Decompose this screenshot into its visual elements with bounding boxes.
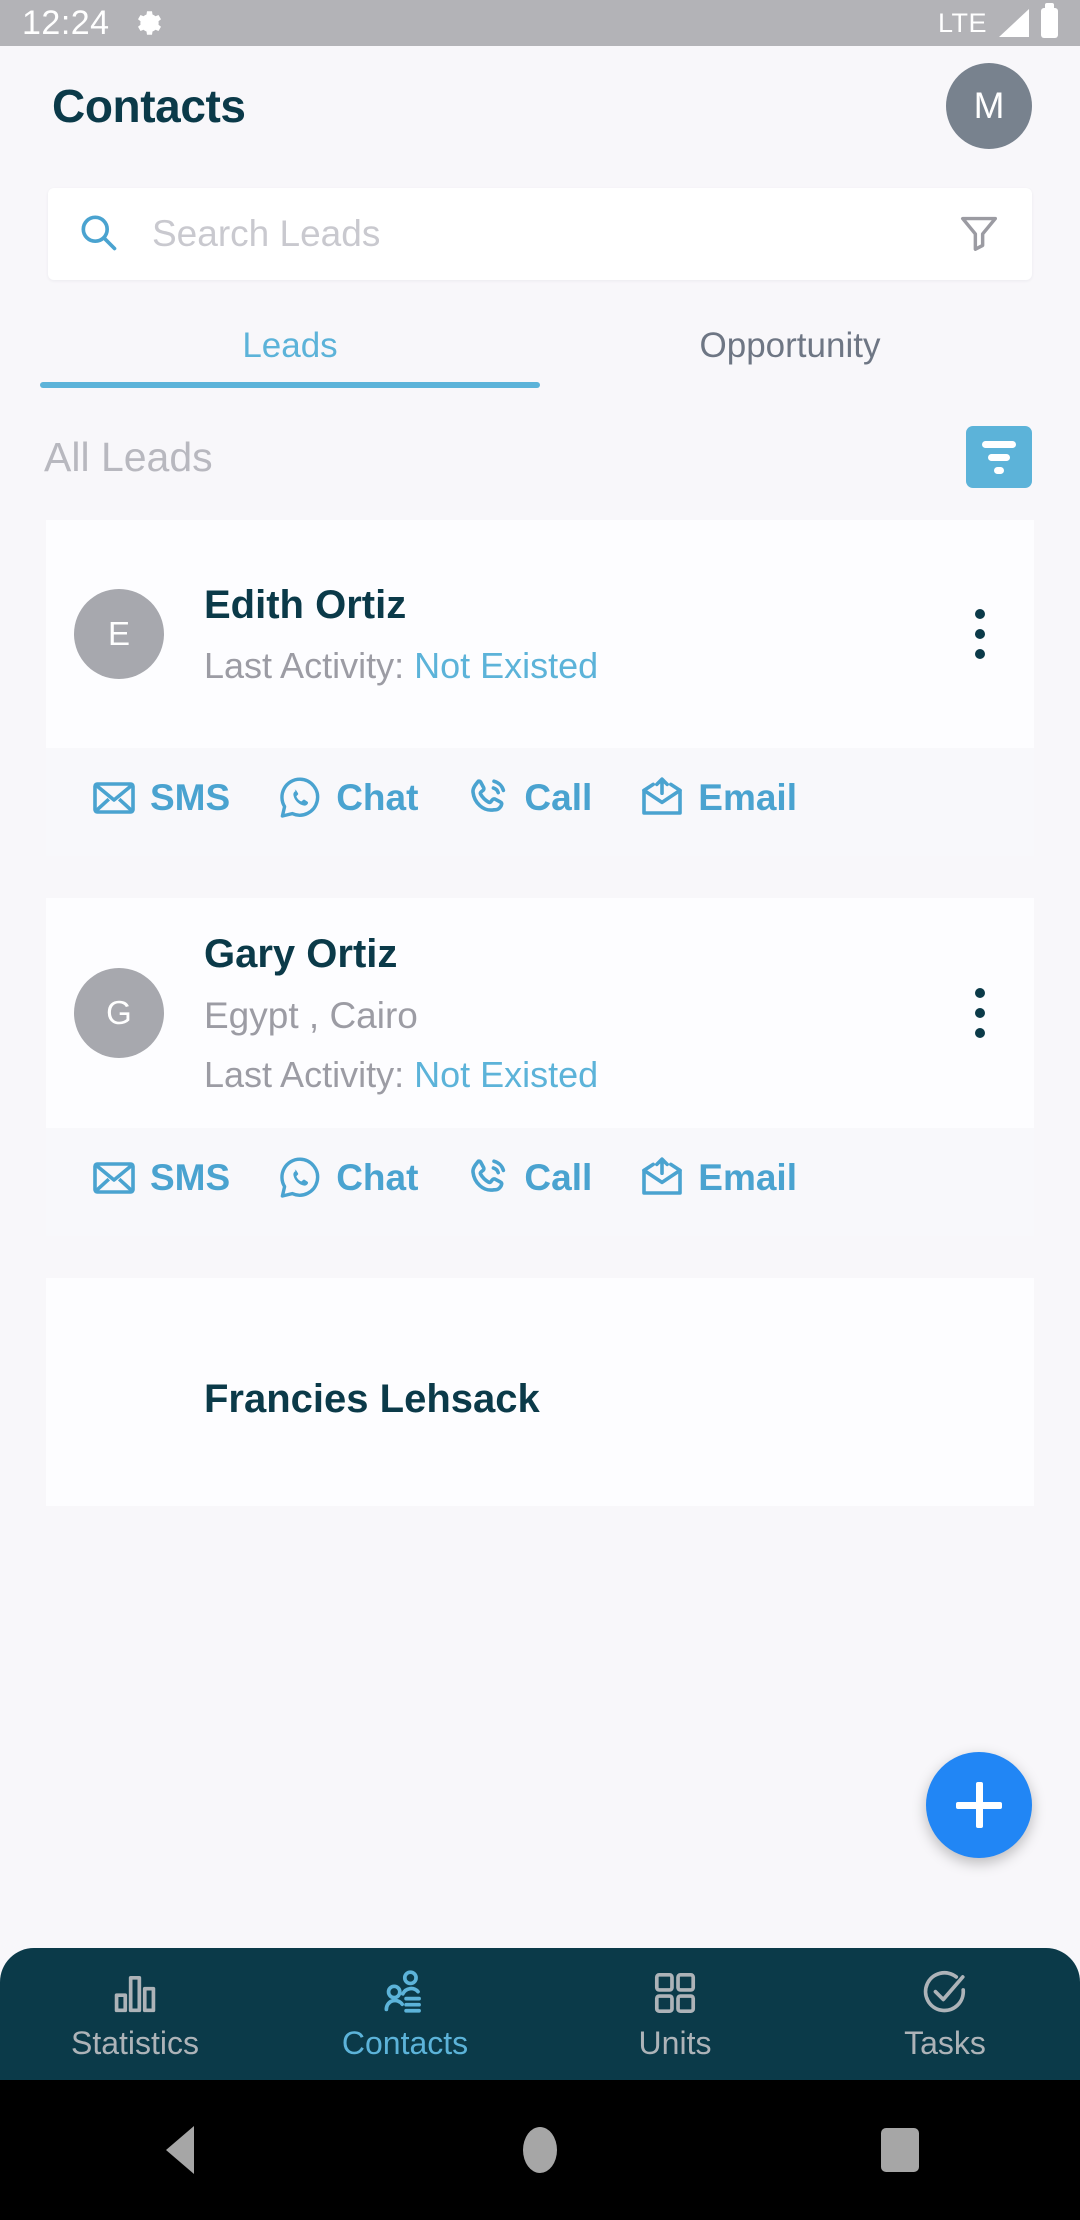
add-lead-fab[interactable] [926, 1752, 1032, 1858]
nav-item-contacts[interactable]: Contacts [270, 1967, 540, 2062]
avatar[interactable]: M [946, 63, 1032, 149]
whatsapp-chat-icon [276, 774, 324, 822]
phone-call-icon [464, 1154, 512, 1202]
lead-info: Francies Lehsack [204, 1369, 1000, 1429]
call-button[interactable]: Call [464, 1154, 592, 1202]
nav-item-statistics[interactable]: Statistics [0, 1967, 270, 2062]
sms-label: SMS [150, 1156, 231, 1198]
home-circle-icon [523, 2127, 557, 2173]
phone-call-icon [464, 774, 512, 822]
nav-item-units[interactable]: Units [540, 1967, 810, 2062]
tab-leads[interactable]: Leads [40, 326, 540, 388]
email-button[interactable]: Email [638, 774, 797, 822]
list-header: All Leads [0, 388, 1080, 488]
email-label: Email [698, 1156, 797, 1198]
last-activity: Last Activity: Not Existed [204, 639, 946, 693]
search-section [0, 166, 1080, 280]
lead-list: E Edith Ortiz Last Activity:Not Existed [0, 520, 1080, 1506]
status-bar: 12:24 LTE [0, 0, 1080, 46]
lead-actions: SMS Chat Call Email [46, 1127, 1034, 1236]
avatar: G [74, 967, 164, 1058]
lead-name: Francies Lehsack [204, 1376, 540, 1421]
overflow-menu-icon[interactable] [946, 987, 1000, 1038]
bottom-navigation: Statistics Contacts Units Tasks [0, 1948, 1080, 2080]
status-bar-indicators: LTE [937, 3, 1058, 39]
network-type-label: LTE [937, 7, 987, 38]
list-item[interactable]: E Edith Ortiz Last Activity: Not Existed [46, 520, 1034, 748]
call-label: Call [524, 777, 593, 818]
call-button[interactable]: Call [464, 774, 592, 822]
bar-chart-icon [109, 1967, 161, 2019]
chat-button[interactable]: Chat [276, 1154, 418, 1202]
chat-label: Chat [336, 1156, 419, 1198]
gear-icon [132, 8, 162, 38]
list-item[interactable]: G Gary Ortiz Egypt , Cairo Last Activity… [46, 898, 1034, 1128]
tab-opportunity-label: Opportunity [699, 326, 881, 365]
contacts-people-icon [379, 1967, 431, 2019]
email-send-icon [638, 1154, 686, 1202]
nav-label-contacts: Contacts [341, 2024, 469, 2061]
battery-icon [1041, 3, 1058, 38]
nav-item-tasks[interactable]: Tasks [810, 1967, 1080, 2062]
lead-info: Gary Ortiz Egypt , Cairo Last Activity: N… [204, 924, 946, 1102]
sms-label: SMS [150, 777, 231, 818]
email-button[interactable]: Email [638, 1154, 797, 1202]
lead-actions: SMS Chat Call Email [46, 748, 1034, 856]
nav-label-statistics: Statistics [70, 2024, 200, 2061]
chat-button[interactable]: Chat [276, 774, 418, 822]
lead-name: Gary Ortiz [204, 932, 398, 976]
android-back-button[interactable] [0, 2126, 360, 2174]
lead-name: Edith Ortiz [204, 583, 407, 627]
page-title: Contacts [52, 80, 246, 132]
card-divider [0, 1236, 1080, 1278]
chat-label: Chat [336, 777, 419, 818]
sms-envelope-icon [90, 1154, 138, 1202]
search-icon [76, 210, 120, 259]
nav-label-tasks: Tasks [904, 2024, 986, 2061]
sms-button[interactable]: SMS [90, 774, 230, 822]
overflow-menu-icon[interactable] [946, 609, 1000, 659]
search-input[interactable] [150, 212, 956, 256]
signal-icon [999, 9, 1029, 37]
card-divider [0, 856, 1080, 898]
last-activity-value: Not Existed [414, 1053, 599, 1095]
lead-location: Egypt , Cairo [204, 995, 418, 1036]
sms-button[interactable]: SMS [90, 1154, 230, 1202]
last-activity-value: Not Existed [414, 645, 599, 686]
sms-envelope-icon [90, 774, 138, 822]
android-home-button[interactable] [360, 2127, 720, 2173]
funnel-filter-icon[interactable] [956, 209, 1002, 260]
back-triangle-icon [166, 2126, 194, 2174]
check-circle-icon [919, 1967, 971, 2019]
recents-square-icon [881, 2128, 919, 2172]
app-bar: Contacts M [0, 46, 1080, 166]
list-item[interactable]: F Francies Lehsack [46, 1277, 1034, 1506]
last-activity-label: Last Activity: [204, 1053, 405, 1095]
status-bar-clock: 12:24 [22, 3, 110, 42]
nav-label-units: Units [638, 2024, 712, 2061]
last-activity-label: Last Activity: [204, 645, 405, 686]
email-send-icon [638, 774, 686, 822]
tab-leads-label: Leads [242, 326, 338, 365]
avatar: E [74, 589, 164, 679]
call-label: Call [524, 1156, 593, 1198]
sort-filter-icon[interactable] [966, 426, 1032, 488]
tab-active-indicator [40, 382, 540, 388]
phone-screen: 12:24 LTE Contacts M Search Leads Leads … [0, 0, 1080, 2220]
whatsapp-chat-icon [276, 1154, 324, 1202]
all-leads-label: All Leads [44, 433, 213, 480]
email-label: Email [698, 777, 797, 818]
android-recents-button[interactable] [720, 2128, 1080, 2172]
search-bar[interactable] [48, 188, 1032, 280]
last-activity: Last Activity: Not Existed [204, 1048, 946, 1102]
tab-bar: Leads Opportunity [0, 326, 1080, 388]
tab-opportunity[interactable]: Opportunity [540, 326, 1040, 388]
lead-info: Edith Ortiz Last Activity: Not Existed [204, 575, 946, 693]
grid-squares-icon [649, 1967, 701, 2019]
android-navigation-bar [0, 2080, 1080, 2220]
